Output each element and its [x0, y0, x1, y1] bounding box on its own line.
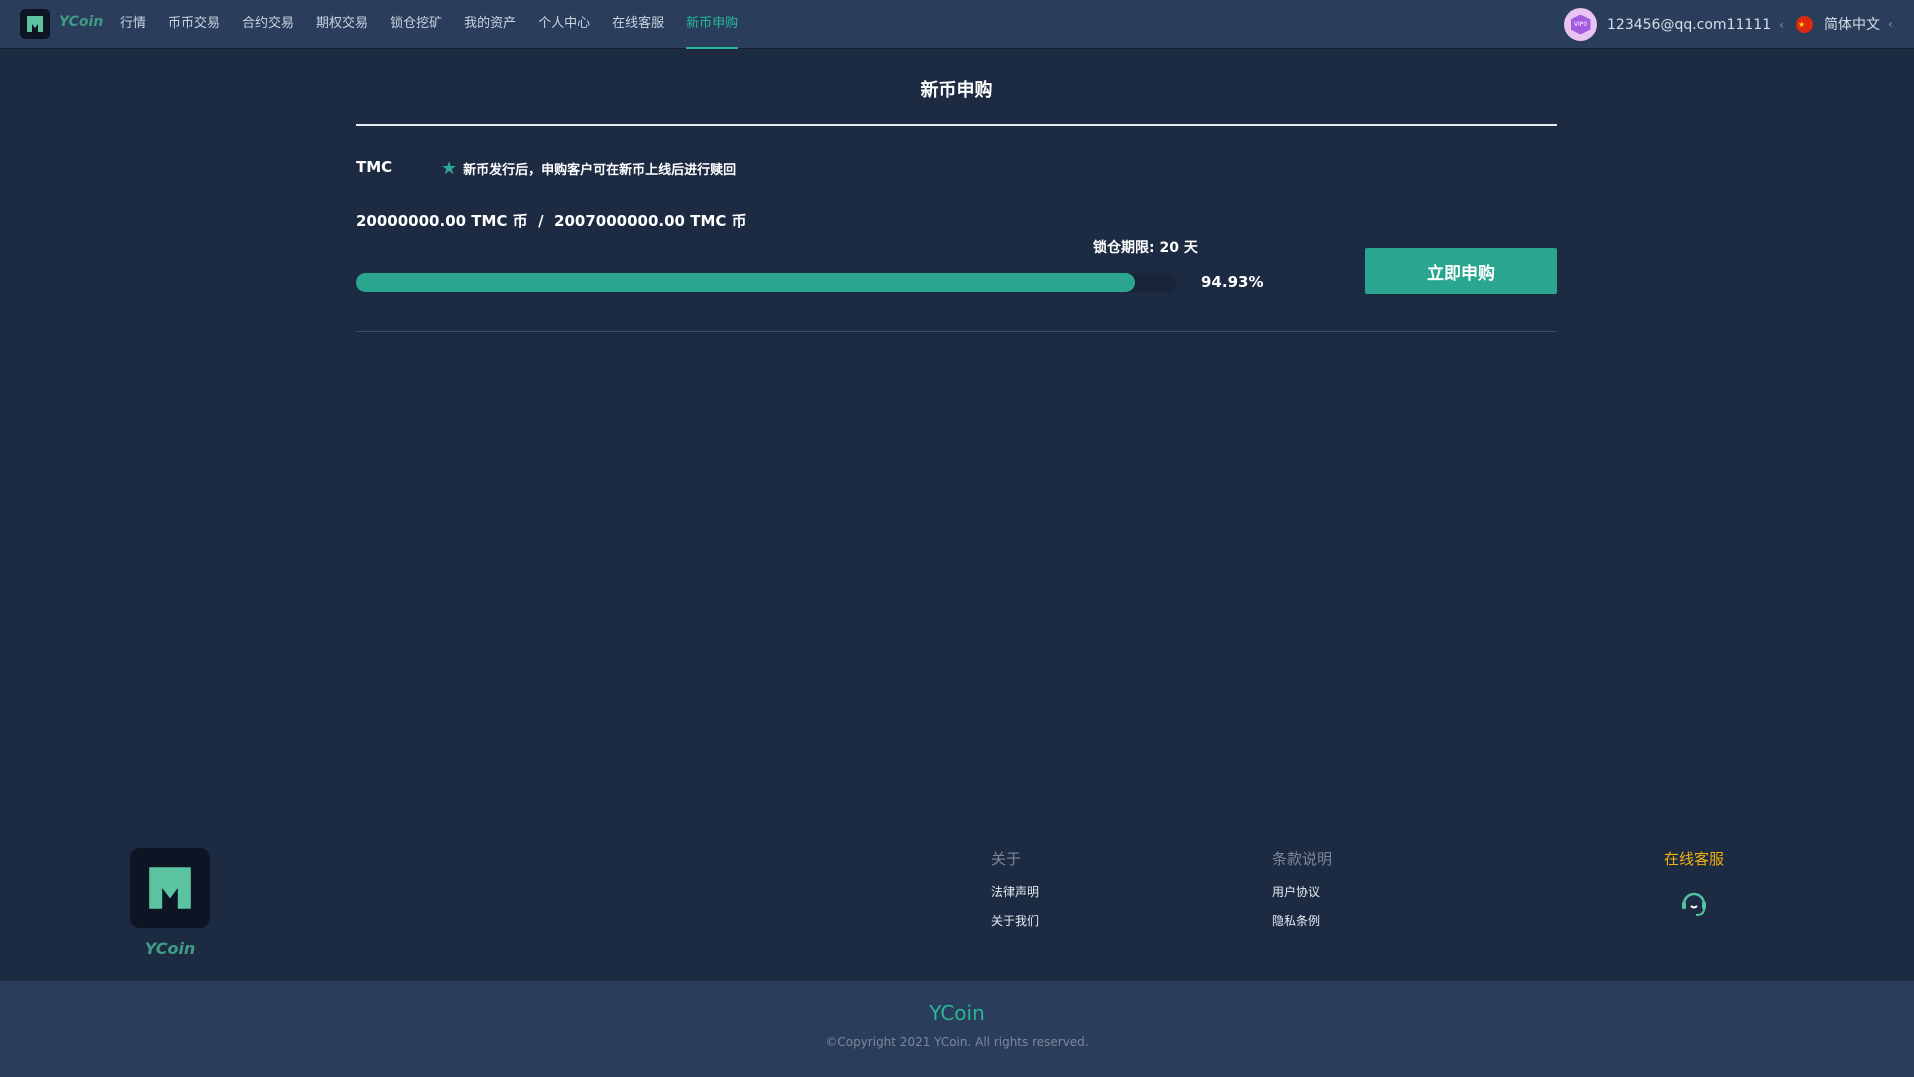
about-title: 关于 [991, 850, 1022, 868]
user-menu[interactable]: VIP0 123456@qq.com11111 ‹ [1564, 8, 1784, 41]
footer-online-service[interactable]: 在线客服 [1650, 848, 1738, 923]
divider [356, 124, 1557, 126]
nav-market[interactable]: 行情 [120, 0, 146, 49]
footer-terms: 条款说明 用户协议 隐私条例 [1272, 848, 1332, 941]
nav-personal-center[interactable]: 个人中心 [538, 0, 590, 49]
nav-options-trading[interactable]: 期权交易 [316, 0, 368, 49]
ycoin-logo-icon[interactable] [20, 9, 50, 39]
brand-name[interactable]: YCoin [59, 14, 103, 30]
lock-period: 锁仓期限: 20 天 [1093, 240, 1198, 256]
progress-bar [356, 273, 1177, 292]
coin-symbol: TMC [356, 158, 393, 176]
bottom-brand: YCoin [929, 1001, 985, 1025]
user-agreement-link[interactable]: 用户协议 [1272, 883, 1332, 900]
footer-logo-icon [130, 848, 210, 928]
vip-badge: VIP0 [1570, 14, 1591, 35]
main-nav: 行情 币币交易 合约交易 期权交易 锁仓挖矿 我的资产 个人中心 在线客服 新币… [120, 0, 760, 49]
subscription-note: ★ 新币发行后，申购客户可在新币上线后进行赎回 [441, 158, 736, 179]
footer-about: 关于 法律声明 关于我们 [991, 848, 1039, 941]
service-title[interactable]: 在线客服 [1650, 848, 1738, 869]
language-selector[interactable]: ★ 简体中文 ‹ [1796, 14, 1893, 34]
vip-avatar: VIP0 [1564, 8, 1597, 41]
footer-brand: YCoin [144, 939, 196, 958]
subscription-amounts: 20000000.00 TMC 币 / 2007000000.00 TMC 币 [356, 212, 747, 230]
page-title: 新币申购 [920, 80, 993, 101]
divider [356, 331, 1557, 332]
user-email: 123456@qq.com11111 [1607, 16, 1772, 33]
about-us-link[interactable]: 关于我们 [991, 912, 1039, 929]
copyright: ©Copyright 2021 YCoin. All rights reserv… [825, 1035, 1089, 1049]
nav-new-coin-subscription[interactable]: 新币申购 [686, 0, 739, 49]
nav-online-service[interactable]: 在线客服 [612, 0, 664, 49]
headset-icon[interactable] [1677, 885, 1711, 919]
nav-contract-trading[interactable]: 合约交易 [242, 0, 294, 49]
note-text: 新币发行后，申购客户可在新币上线后进行赎回 [463, 163, 737, 178]
progress-fill [356, 273, 1136, 292]
subscribe-button[interactable]: 立即申购 [1365, 248, 1557, 294]
legal-statement-link[interactable]: 法律声明 [991, 883, 1039, 900]
chevron-icon: ‹ [1888, 17, 1893, 31]
footer-bottom: YCoin ©Copyright 2021 YCoin. All rights … [0, 981, 1914, 1077]
language-label: 简体中文 [1824, 17, 1880, 33]
nav-my-assets[interactable]: 我的资产 [464, 0, 516, 49]
nav-lock-mining[interactable]: 锁仓挖矿 [390, 0, 442, 49]
nav-spot-trading[interactable]: 币币交易 [168, 0, 220, 49]
progress-percent: 94.93% [1201, 273, 1264, 291]
chevron-icon: ‹ [1779, 17, 1784, 32]
terms-title: 条款说明 [1272, 850, 1333, 868]
top-nav-bar: YCoin 行情 币币交易 合约交易 期权交易 锁仓挖矿 我的资产 个人中心 在… [0, 0, 1914, 49]
star-icon: ★ [441, 158, 458, 179]
china-flag-icon: ★ [1796, 15, 1813, 33]
privacy-policy-link[interactable]: 隐私条例 [1272, 912, 1332, 929]
